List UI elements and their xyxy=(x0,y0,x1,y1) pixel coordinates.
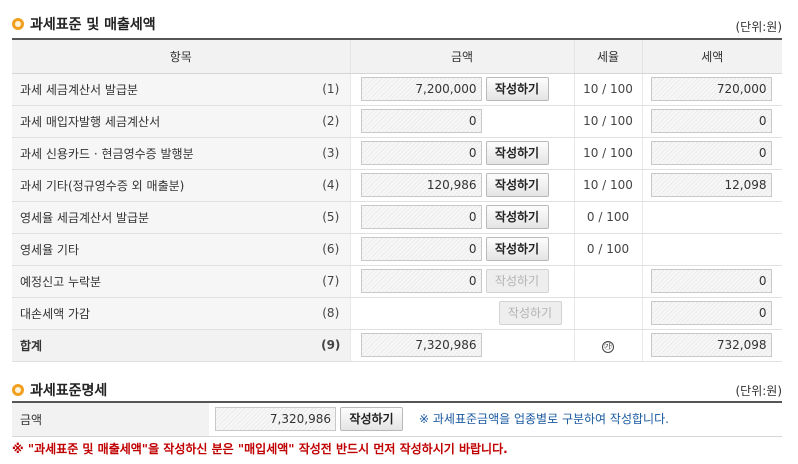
amount-field: 0 xyxy=(360,141,482,165)
row-number: (6) xyxy=(312,233,350,266)
write-button[interactable]: 작성하기 xyxy=(485,205,549,229)
rate-empty xyxy=(573,297,642,330)
rate-value: 10 / 100 xyxy=(573,137,642,170)
rate-value: 0 / 100 xyxy=(573,201,642,234)
rate-value: 0 / 100 xyxy=(573,233,642,266)
table-row: 과세 기타(정규영수증 외 매출분) (4) 120,986 작성하기 10 / … xyxy=(12,169,782,202)
amount-field: 0 xyxy=(360,237,482,261)
warning-message: ※ "과세표준 및 매출세액"을 작성하신 분은 "매입세액" 작성전 반드시 … xyxy=(12,442,508,456)
write-button[interactable]: 작성하기 xyxy=(485,173,549,197)
detail-amount-field: 7,320,986 xyxy=(215,407,336,432)
write-button-disabled: 작성하기 xyxy=(485,269,549,293)
row-label: 예정신고 누락분 xyxy=(12,265,312,298)
detail-write-button[interactable]: 작성하기 xyxy=(340,407,403,432)
row-number: (8) xyxy=(312,297,350,330)
bullet-icon xyxy=(12,384,24,396)
amount-field: 0 xyxy=(360,205,482,229)
total-label: 합계 xyxy=(12,329,312,362)
rate-value: 10 / 100 xyxy=(573,73,642,106)
row-label: 영세율 기타 xyxy=(12,233,312,266)
tax-empty xyxy=(641,201,782,234)
tax-field: 0 xyxy=(650,269,772,293)
amount-label: 금액 xyxy=(12,401,209,437)
amount-field: 0 xyxy=(360,269,482,293)
row-number: (5) xyxy=(312,201,350,234)
row-number: (1) xyxy=(312,73,350,106)
tax-field: 12,098 xyxy=(650,173,772,197)
section-title-tax-base-detail: 과세표준명세 xyxy=(12,380,107,400)
table-row: 영세율 세금계산서 발급분 (5) 0 작성하기 0 / 100 xyxy=(12,201,782,234)
table-row: 과세 매입자발행 세금계산서 (2) 0 10 / 100 0 xyxy=(12,105,782,138)
bullet-icon xyxy=(12,18,24,30)
tax-base-detail-table: 금액 7,320,986 작성하기 ※ 과세표준금액을 업종별로 구분하여 작성합니… xyxy=(12,401,782,437)
row-label: 과세 기타(정규영수증 외 매출분) xyxy=(12,169,312,202)
rate-value: 10 / 100 xyxy=(573,105,642,138)
write-button-disabled: 작성하기 xyxy=(498,301,562,325)
header-item: 항목 xyxy=(12,38,350,74)
section-title-text: 과세표준 및 매출세액 xyxy=(30,17,156,33)
header-tax: 세액 xyxy=(641,38,782,74)
table-row: 예정신고 누락분 (7) 0 작성하기 0 xyxy=(12,265,782,298)
row-label: 과세 세금계산서 발급분 xyxy=(12,73,312,106)
row-number: (3) xyxy=(312,137,350,170)
header-rate: 세율 xyxy=(573,38,642,74)
amount-field: 7,200,000 xyxy=(360,77,482,101)
total-tax-field: 732,098 xyxy=(650,333,772,357)
write-button[interactable]: 작성하기 xyxy=(485,77,549,101)
total-number: (9) xyxy=(312,329,350,362)
table-row: 영세율 기타 (6) 0 작성하기 0 / 100 xyxy=(12,233,782,266)
table-row: 금액 7,320,986 작성하기 ※ 과세표준금액을 업종별로 구분하여 작성합니… xyxy=(12,401,782,437)
total-row: 합계 (9) 7,320,986 ㉮ 732,098 xyxy=(12,329,782,362)
amount-field: 120,986 xyxy=(360,173,482,197)
detail-note: ※ 과세표준금액을 업종별로 구분하여 작성합니다. xyxy=(419,411,669,426)
tax-field: 720,000 xyxy=(650,77,772,101)
rate-value: 10 / 100 xyxy=(573,169,642,202)
circled-ga-icon: ㉮ xyxy=(602,340,614,353)
tax-field: 0 xyxy=(650,301,772,325)
header-amount: 금액 xyxy=(349,38,574,74)
row-label: 영세율 세금계산서 발급분 xyxy=(12,201,312,234)
write-button[interactable]: 작성하기 xyxy=(485,237,549,261)
table-row: 과세 신용카드 · 현금영수증 발행분 (3) 0 작성하기 10 / 100 0 xyxy=(12,137,782,170)
rate-empty xyxy=(573,265,642,298)
tax-field: 0 xyxy=(650,109,772,133)
section-title-tax-base: 과세표준 및 매출세액 xyxy=(12,14,156,34)
table-row: 과세 세금계산서 발급분 (1) 7,200,000 작성하기 10 / 100 … xyxy=(12,73,782,106)
table-row: 대손세액 가감 (8) 작성하기 0 xyxy=(12,297,782,330)
tax-base-table: 항목 금액 세율 세액 과세 세금계산서 발급분 (1) 7,200,000 작성… xyxy=(12,38,782,362)
row-number: (4) xyxy=(312,169,350,202)
unit-label: (단위:원) xyxy=(735,20,782,34)
tax-field: 0 xyxy=(650,141,772,165)
row-label: 대손세액 가감 xyxy=(12,297,312,330)
write-button[interactable]: 작성하기 xyxy=(485,141,549,165)
row-label: 과세 매입자발행 세금계산서 xyxy=(12,105,312,138)
tax-empty xyxy=(641,233,782,266)
total-amount-field: 7,320,986 xyxy=(360,333,482,357)
amount-field: 0 xyxy=(360,109,482,133)
row-number: (7) xyxy=(312,265,350,298)
row-label: 과세 신용카드 · 현금영수증 발행분 xyxy=(12,137,312,170)
section-title-text: 과세표준명세 xyxy=(30,383,108,399)
row-number: (2) xyxy=(312,105,350,138)
unit-label: (단위:원) xyxy=(735,384,782,398)
